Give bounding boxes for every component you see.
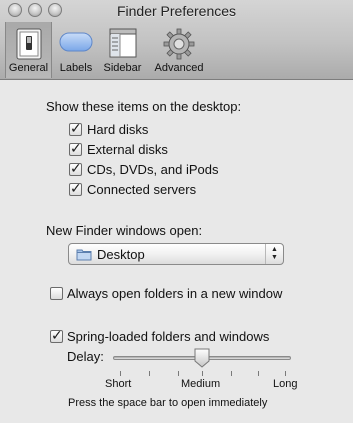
slider-tick (202, 371, 203, 376)
always-open-new-window-label: Always open folders in a new window (67, 286, 283, 301)
delay-slider-knob[interactable] (193, 348, 211, 368)
tab-advanced-label: Advanced (154, 62, 204, 74)
delay-short-label: Short (105, 378, 132, 390)
always-open-new-window-checkbox[interactable] (50, 287, 63, 300)
external-disks-label: External disks (87, 142, 168, 157)
cds-dvds-ipods-label: CDs, DVDs, and iPods (87, 162, 219, 177)
finder-preferences-window: Finder Preferences General Labels Sideba… (0, 0, 353, 423)
gear-icon (163, 28, 195, 65)
switch-icon (14, 28, 44, 65)
delay-long-label: Long (273, 378, 298, 390)
label-pill-icon (59, 32, 93, 57)
slider-tick (178, 371, 179, 376)
window-title: Finder Preferences (116, 3, 237, 19)
connected-servers-checkbox[interactable]: ✓ (69, 180, 82, 196)
slider-tick (149, 371, 150, 376)
new-window-location-select[interactable]: Desktop ▲ ▼ (68, 243, 284, 265)
slider-tick (285, 371, 286, 376)
slider-tick (258, 371, 259, 376)
space-bar-hint: Press the space bar to open immediately (68, 397, 268, 409)
tab-labels-label: Labels (59, 62, 93, 74)
tab-labels[interactable]: Labels (54, 22, 98, 78)
tab-advanced[interactable]: Advanced (149, 22, 209, 78)
tab-sidebar[interactable]: Sidebar (100, 22, 145, 78)
desktop-items-heading: Show these items on the desktop: (46, 99, 242, 114)
slider-tick (231, 371, 232, 376)
spring-loaded-label: Spring-loaded folders and windows (67, 329, 270, 344)
connected-servers-label: Connected servers (87, 182, 197, 197)
updown-arrows-icon: ▲ ▼ (265, 244, 283, 264)
tab-sidebar-label: Sidebar (103, 62, 142, 74)
cds-dvds-ipods-checkbox[interactable]: ✓ (69, 160, 82, 176)
sidebar-window-icon (109, 28, 137, 63)
slider-tick (120, 371, 121, 376)
tab-general-label: General (8, 62, 49, 74)
delay-medium-label: Medium (181, 378, 221, 390)
hard-disks-label: Hard disks (87, 122, 149, 137)
toolbar: Finder Preferences General Labels Sideba… (0, 0, 353, 80)
new-window-heading: New Finder windows open: (46, 223, 203, 238)
new-window-location-value: Desktop (97, 247, 145, 262)
tab-general[interactable]: General (5, 22, 52, 78)
folder-icon (76, 248, 92, 266)
external-disks-checkbox[interactable]: ✓ (69, 140, 82, 156)
spring-loaded-checkbox[interactable]: ✓ (50, 327, 63, 343)
delay-label: Delay: (67, 349, 104, 364)
hard-disks-checkbox[interactable]: ✓ (69, 120, 82, 136)
